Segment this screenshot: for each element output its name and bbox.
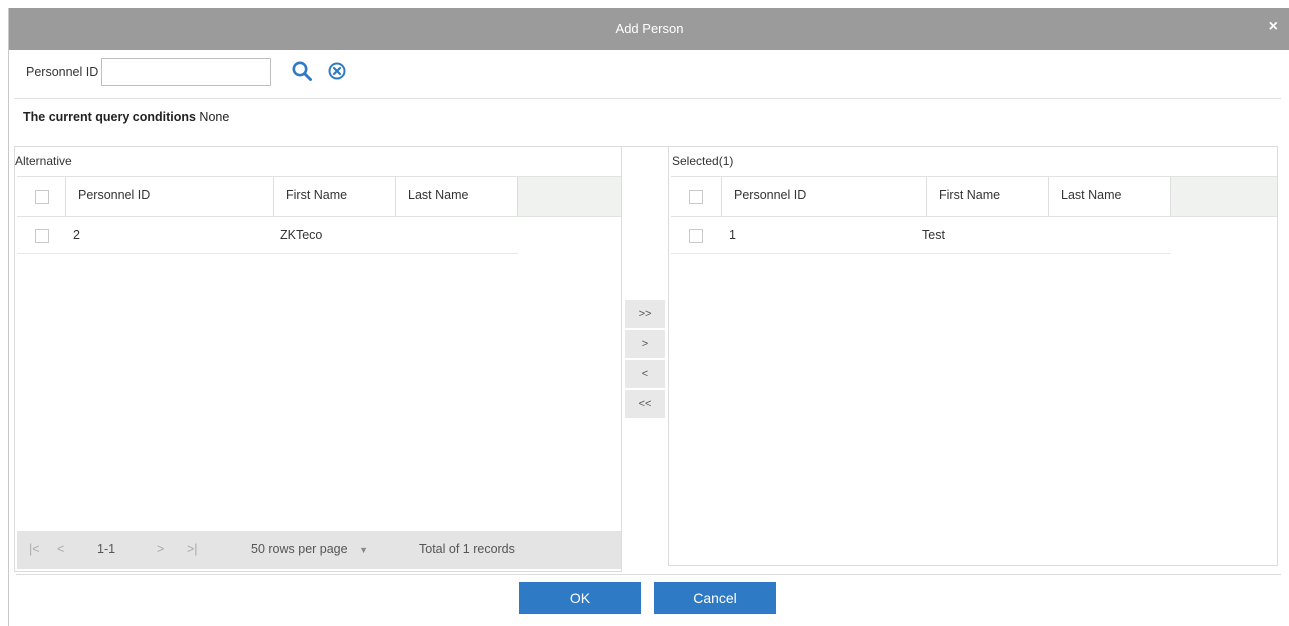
footer-divider bbox=[16, 574, 1281, 575]
divider bbox=[14, 98, 1281, 99]
first-page-button[interactable]: |< bbox=[29, 542, 40, 556]
search-icon[interactable] bbox=[291, 60, 313, 85]
dialog-title: Add Person bbox=[615, 21, 684, 36]
transfer-controls: >> > < << bbox=[622, 146, 668, 572]
column-personnel-id[interactable]: Personnel ID bbox=[722, 177, 927, 216]
query-conditions-value: None bbox=[199, 110, 230, 124]
page-range: 1-1 bbox=[97, 542, 116, 556]
row-first-name: ZKTeco bbox=[280, 228, 323, 242]
column-personnel-id[interactable]: Personnel ID bbox=[66, 177, 274, 216]
select-all-cell bbox=[671, 177, 722, 216]
personnel-id-label: Personnel ID bbox=[26, 65, 99, 79]
selected-table-header: Personnel ID First Name Last Name bbox=[671, 176, 1277, 217]
ok-button[interactable]: OK bbox=[519, 582, 641, 614]
cancel-button[interactable]: Cancel bbox=[654, 582, 776, 614]
selected-title: Selected(1) bbox=[672, 154, 734, 168]
alternative-panel: Alternative Personnel ID First Name Last… bbox=[14, 146, 622, 572]
personnel-id-input[interactable] bbox=[101, 58, 272, 86]
query-conditions: The current query conditions None bbox=[23, 110, 229, 124]
rows-per-page-select[interactable]: 50 rows per page ▼ bbox=[251, 542, 368, 556]
column-first-name[interactable]: First Name bbox=[274, 177, 396, 216]
column-last-name[interactable]: Last Name bbox=[396, 177, 518, 216]
selected-panel: Selected(1) Personnel ID First Name Last… bbox=[668, 146, 1278, 566]
query-conditions-label: The current query conditions bbox=[23, 110, 196, 124]
column-last-name[interactable]: Last Name bbox=[1049, 177, 1171, 216]
alternative-table-header: Personnel ID First Name Last Name bbox=[17, 176, 621, 217]
row-personnel-id: 1 bbox=[729, 228, 736, 242]
last-page-button[interactable]: >| bbox=[187, 542, 198, 556]
select-all-cell bbox=[17, 177, 66, 216]
dialog-titlebar: Add Person × bbox=[9, 8, 1289, 50]
move-all-left-button[interactable]: << bbox=[625, 390, 665, 418]
select-all-checkbox[interactable] bbox=[689, 190, 703, 204]
chevron-down-icon: ▼ bbox=[359, 545, 368, 555]
column-first-name[interactable]: First Name bbox=[927, 177, 1049, 216]
move-all-right-button[interactable]: >> bbox=[625, 300, 665, 328]
alternative-title: Alternative bbox=[15, 154, 72, 168]
next-page-button[interactable]: > bbox=[157, 542, 164, 556]
row-checkbox[interactable] bbox=[35, 229, 49, 243]
total-records: Total of 1 records bbox=[419, 542, 515, 556]
search-bar: Personnel ID bbox=[26, 58, 347, 86]
rows-per-page-value: 50 rows per page bbox=[251, 542, 348, 556]
row-personnel-id: 2 bbox=[73, 228, 80, 242]
row-first-name: Test bbox=[922, 228, 945, 242]
select-all-checkbox[interactable] bbox=[35, 190, 49, 204]
prev-page-button[interactable]: < bbox=[57, 542, 64, 556]
clear-circle-icon[interactable] bbox=[327, 61, 347, 84]
close-icon[interactable]: × bbox=[1269, 18, 1278, 36]
move-left-button[interactable]: < bbox=[625, 360, 665, 388]
table-row[interactable]: 2 ZKTeco bbox=[17, 218, 518, 254]
table-row[interactable]: 1 Test bbox=[671, 218, 1171, 254]
row-checkbox[interactable] bbox=[689, 229, 703, 243]
pagination-bar: |< < 1-1 > >| 50 rows per page ▼ Total o… bbox=[17, 531, 621, 569]
move-right-button[interactable]: > bbox=[625, 330, 665, 358]
